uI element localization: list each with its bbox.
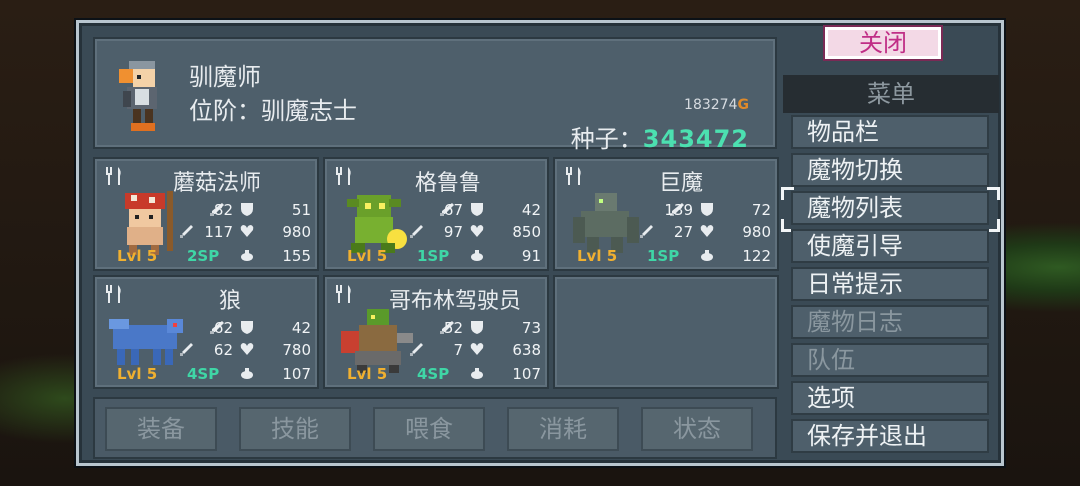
- shield-icon: [471, 203, 483, 216]
- shield-icon: [471, 321, 483, 334]
- gold-value: 183274: [684, 97, 738, 113]
- defense-value: 42: [291, 319, 311, 337]
- player-avatar: [119, 61, 157, 131]
- selection-cursor: [781, 187, 794, 200]
- menu-item[interactable]: 魔物切换: [791, 153, 989, 187]
- menu-item[interactable]: 魔物列表: [791, 191, 989, 225]
- menu-title: 菜单: [783, 75, 999, 113]
- magic-value: 27: [673, 223, 693, 241]
- monster-name: 格鲁鲁: [415, 171, 482, 196]
- sp-label: 1SP: [417, 247, 450, 265]
- monster-name: 巨魔: [659, 171, 704, 196]
- drop-icon: [701, 250, 713, 261]
- defense-value: 51: [291, 201, 311, 219]
- health-value: 980: [742, 223, 771, 241]
- mana-value: 155: [282, 247, 311, 265]
- shield-icon: [241, 203, 253, 216]
- health-value: 638: [512, 341, 541, 359]
- level-label: Lvl 5: [577, 247, 618, 265]
- sp-label: 4SP: [187, 365, 220, 383]
- magic-value: 62: [213, 341, 233, 359]
- equip-button[interactable]: 装备: [105, 407, 217, 451]
- monster-list-window: 驯魔师 位阶：驯魔志士 183274G 种子：343472 蘑菇法师 82 51 11…: [76, 20, 1004, 466]
- seed-label: 种子：: [570, 125, 643, 153]
- drop-icon: [471, 368, 483, 379]
- status-button[interactable]: 状态: [641, 407, 753, 451]
- sp-label: 4SP: [417, 365, 450, 383]
- shield-icon: [241, 321, 253, 334]
- menu-item[interactable]: 日常提示: [791, 267, 989, 301]
- menu-item[interactable]: 队伍: [791, 343, 989, 377]
- heart-icon: [470, 343, 484, 355]
- empty-monster-slot[interactable]: [553, 275, 779, 389]
- fork-knife-icon: [106, 285, 121, 303]
- menu-item[interactable]: 保存并退出: [791, 419, 989, 453]
- attack-value: 139: [664, 201, 693, 219]
- defense-value: 42: [521, 201, 541, 219]
- gold-display: 183274G: [684, 97, 749, 113]
- attack-value: 82: [213, 201, 233, 219]
- magic-value: 117: [204, 223, 233, 241]
- gold-suffix: G: [737, 97, 750, 113]
- menu-item[interactable]: 魔物日志: [791, 305, 989, 339]
- monster-card[interactable]: 哥布林驾驶员 52 73 7 638 107 Lvl 5 4SP: [323, 275, 549, 389]
- mana-value: 122: [742, 247, 771, 265]
- level-label: Lvl 5: [117, 247, 158, 265]
- menu-item[interactable]: 物品栏: [791, 115, 989, 149]
- defense-value: 73: [521, 319, 541, 337]
- level-label: Lvl 5: [347, 365, 388, 383]
- defense-value: 72: [751, 201, 771, 219]
- attack-value: 62: [213, 319, 233, 337]
- mana-value: 91: [521, 247, 541, 265]
- mana-value: 107: [512, 365, 541, 383]
- magic-value: 97: [443, 223, 463, 241]
- consume-button[interactable]: 消耗: [507, 407, 619, 451]
- drop-icon: [471, 250, 483, 261]
- heart-icon: [240, 343, 254, 355]
- monster-card[interactable]: 格鲁鲁 67 42 97 850 91 Lvl 5 1SP: [323, 157, 549, 271]
- player-info-panel: 驯魔师 位阶：驯魔志士 183274G 种子：343472: [93, 37, 777, 153]
- health-value: 850: [512, 223, 541, 241]
- close-button[interactable]: 关闭: [825, 27, 941, 59]
- heart-icon: [700, 225, 714, 237]
- heart-icon: [240, 225, 254, 237]
- health-value: 780: [282, 341, 311, 359]
- player-rank: 位阶：驯魔志士: [189, 97, 357, 125]
- player-class-name: 驯魔师: [189, 63, 261, 91]
- heart-icon: [470, 225, 484, 237]
- seed-value: 343472: [642, 125, 749, 153]
- monster-name: 狼: [219, 289, 242, 314]
- menu-item[interactable]: 使魔引导: [791, 229, 989, 263]
- monster-card[interactable]: 狼 62 42 62 780 107 Lvl 5 4SP: [93, 275, 319, 389]
- action-bar: 装备 技能 喂食 消耗 状态: [93, 397, 777, 459]
- menu-item[interactable]: 选项: [791, 381, 989, 415]
- attack-value: 67: [443, 201, 463, 219]
- health-value: 980: [282, 223, 311, 241]
- fork-knife-icon: [106, 167, 121, 185]
- fork-knife-icon: [566, 167, 581, 185]
- selection-cursor: [987, 187, 1000, 200]
- sp-label: 2SP: [187, 247, 220, 265]
- fork-knife-icon: [336, 285, 351, 303]
- mana-value: 107: [282, 365, 311, 383]
- monster-card[interactable]: 蘑菇法师 82 51 117 980 155 Lvl 5 2SP: [93, 157, 319, 271]
- drop-icon: [241, 250, 253, 261]
- shield-icon: [701, 203, 713, 216]
- skill-button[interactable]: 技能: [239, 407, 351, 451]
- level-label: Lvl 5: [347, 247, 388, 265]
- fork-knife-icon: [336, 167, 351, 185]
- feed-button[interactable]: 喂食: [373, 407, 485, 451]
- drop-icon: [241, 368, 253, 379]
- sp-label: 1SP: [647, 247, 680, 265]
- seed-display: 种子：343472: [571, 119, 749, 154]
- magic-value: 7: [453, 341, 463, 359]
- monster-card[interactable]: 巨魔 139 72 27 980 122 Lvl 5 1SP: [553, 157, 779, 271]
- attack-value: 52: [443, 319, 463, 337]
- level-label: Lvl 5: [117, 365, 158, 383]
